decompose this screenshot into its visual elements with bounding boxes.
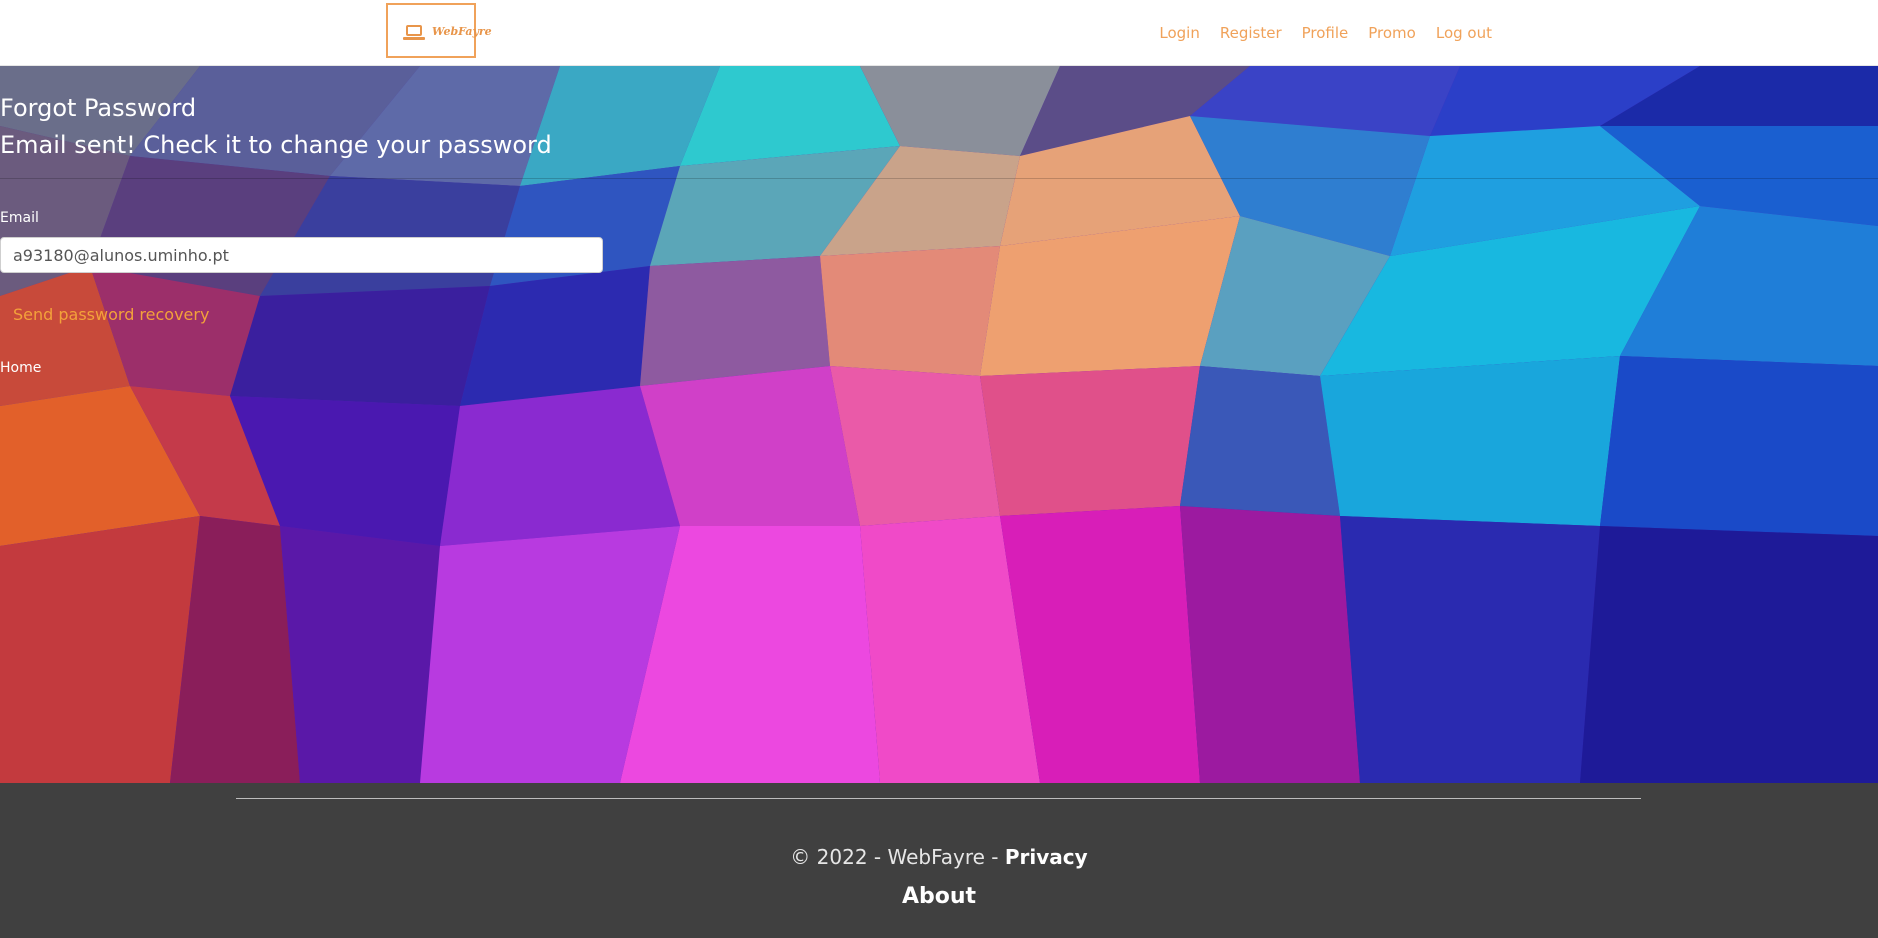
nav-profile-link[interactable]: Profile: [1302, 24, 1349, 42]
divider: [0, 178, 1878, 179]
nav-logout-link[interactable]: Log out: [1436, 24, 1492, 42]
about-row: About: [0, 884, 1878, 909]
nav-register-link[interactable]: Register: [1220, 24, 1282, 42]
forgot-password-panel: Forgot Password Email sent! Check it to …: [0, 66, 1878, 783]
about-link[interactable]: About: [902, 884, 976, 909]
hero-section: Forgot Password Email sent! Check it to …: [0, 66, 1878, 783]
privacy-link[interactable]: Privacy: [1005, 845, 1088, 869]
nav-login-link[interactable]: Login: [1159, 24, 1199, 42]
nav-links: Login Register Profile Promo Log out: [1159, 0, 1492, 66]
nav-promo-link[interactable]: Promo: [1368, 24, 1416, 42]
email-input[interactable]: [0, 237, 603, 273]
laptop-icon: [403, 25, 425, 40]
status-message: Email sent! Check it to change your pass…: [0, 131, 552, 159]
footer: © 2022 - WebFayre - Privacy About: [0, 783, 1878, 938]
email-label: Email: [0, 210, 39, 226]
copyright-text: © 2022 - WebFayre -: [790, 845, 1005, 869]
brand-logo-text: WebFayre: [432, 25, 492, 38]
copyright-line: © 2022 - WebFayre - Privacy: [0, 845, 1878, 869]
home-link[interactable]: Home: [0, 360, 41, 376]
brand-logo[interactable]: WebFayre: [386, 3, 492, 58]
navbar: WebFayre Login Register Profile Promo Lo…: [0, 0, 1878, 66]
footer-divider: [236, 798, 1641, 799]
page-title: Forgot Password: [0, 94, 197, 122]
send-password-recovery-button[interactable]: Send password recovery: [0, 294, 222, 334]
